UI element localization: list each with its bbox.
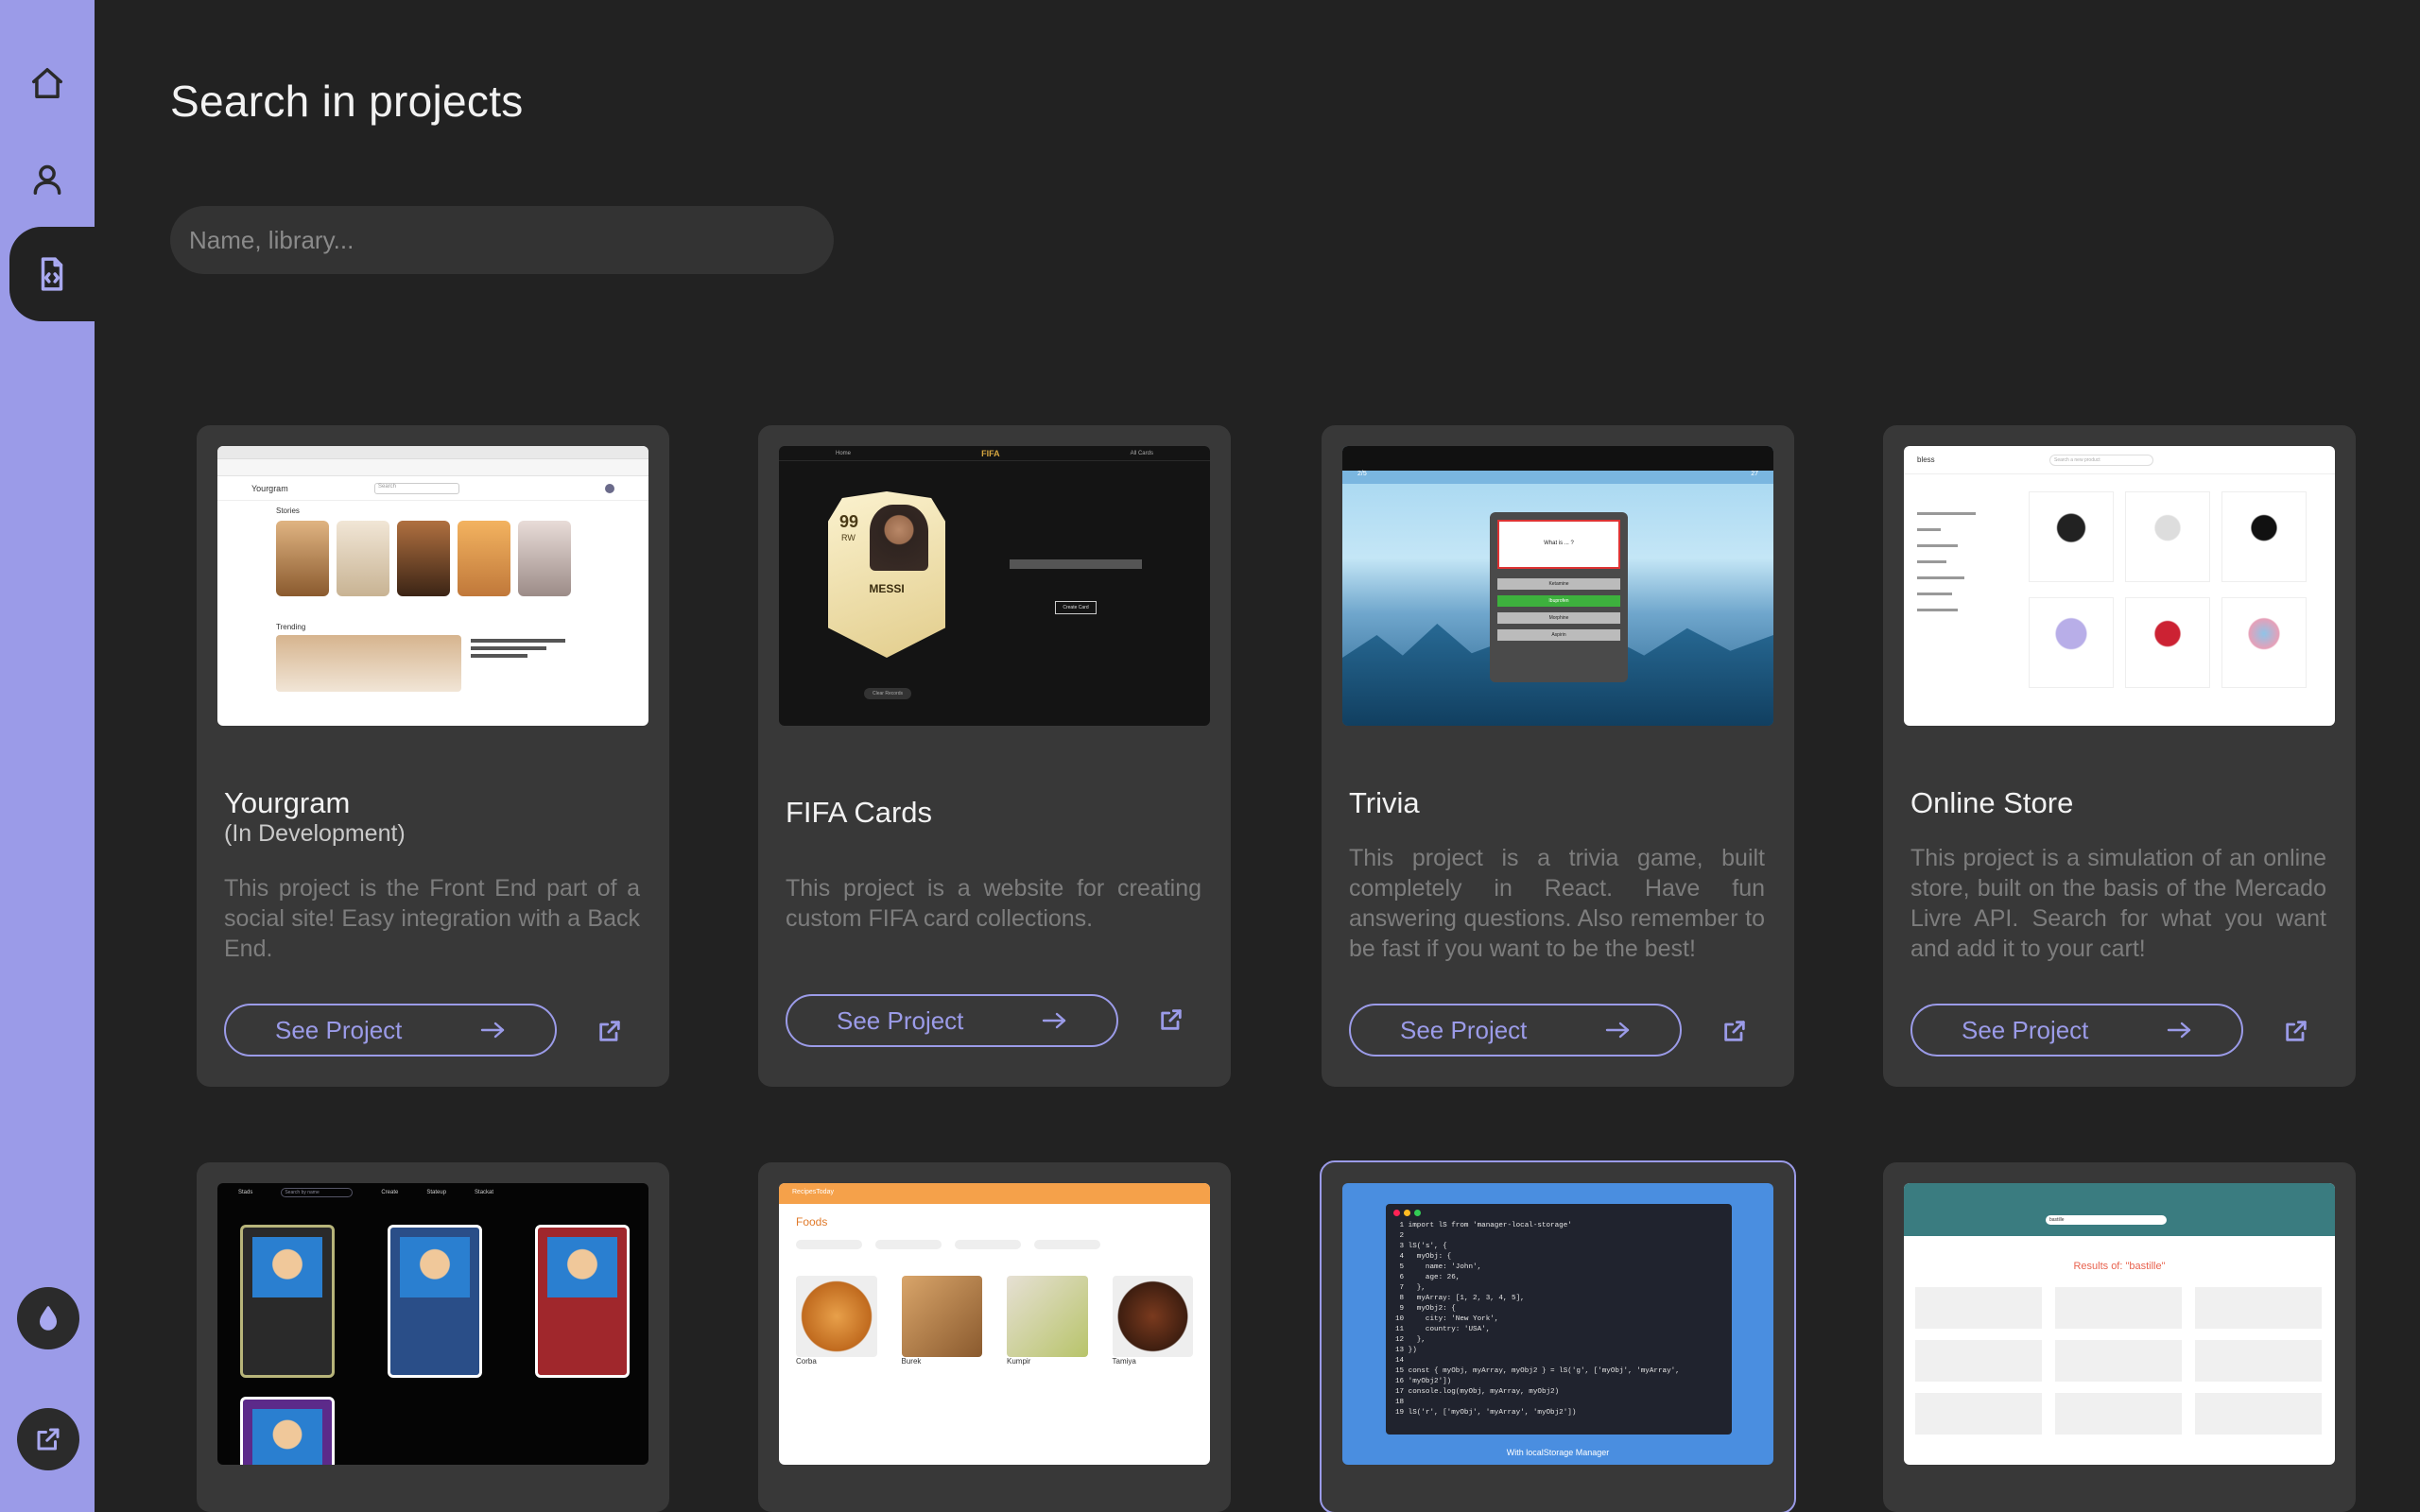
theme-toggle-button[interactable] — [17, 1287, 79, 1349]
project-thumbnail: bless Search a new product — [1904, 446, 2335, 726]
thumb-player-name: MESSI — [869, 582, 905, 595]
thumb-answer: Morphine — [1497, 612, 1620, 624]
project-thumbnail: RecipesToday Foods Corba Burek Kumpir Ta… — [779, 1183, 1210, 1465]
project-card-local-storage-manager: 1 import lS from 'manager-local-storage'… — [1320, 1160, 1796, 1512]
external-link-icon — [1161, 1009, 1182, 1030]
project-title: Trivia — [1349, 786, 1420, 819]
thumb-caption: With localStorage Manager — [1506, 1448, 1610, 1457]
thumb-nav-item: Stateup — [426, 1190, 447, 1195]
external-link-button[interactable] — [17, 1408, 79, 1470]
sidebar-item-profile[interactable] — [0, 132, 95, 227]
project-thumbnail: Yourgram Search Stories Trending — [217, 446, 648, 726]
see-project-label: See Project — [837, 1005, 964, 1035]
thumb-trending-label: Trending — [276, 623, 306, 631]
see-project-button[interactable]: See Project — [1349, 1004, 1682, 1057]
thumb-rating: 99 — [839, 512, 859, 531]
thumb-position: RW — [841, 533, 856, 542]
project-description: This project is a website for creating c… — [786, 875, 1201, 932]
thumb-nav-all: All Cards — [1130, 450, 1153, 456]
project-card-online-store: bless Search a new product Online Store … — [1883, 425, 2356, 1087]
open-external-link[interactable] — [594, 1015, 626, 1047]
arrow-right-icon — [1042, 1012, 1066, 1029]
thumb-logo: Yourgram — [251, 483, 288, 493]
project-card-trivia: 2/5 27 What is ... ? Ketamine Ibuprofen … — [1322, 425, 1794, 1087]
thumb-recipe-label: Burek — [901, 1357, 922, 1366]
project-thumbnail: 1 import lS from 'manager-local-storage'… — [1342, 1183, 1773, 1465]
thumb-clear-button: Clear Records — [864, 688, 911, 699]
thumb-search: bastille — [2046, 1215, 2167, 1225]
thumb-search: Search by name — [281, 1188, 354, 1197]
see-project-button[interactable]: See Project — [224, 1004, 557, 1057]
home-icon — [32, 68, 62, 98]
arrow-right-icon — [1605, 1022, 1630, 1039]
project-subtitle: (In Development) — [224, 820, 406, 847]
project-description: This project is a simulation of an onlin… — [1910, 845, 2326, 962]
thumb-search: Search — [374, 482, 459, 494]
thumb-stories-label: Stories — [276, 507, 300, 515]
thumb-logo: bless — [1917, 455, 1935, 464]
sidebar-item-projects[interactable] — [9, 227, 95, 321]
sidebar-item-home[interactable] — [0, 36, 95, 130]
code-file-icon — [41, 257, 63, 291]
thumb-logo: Stads — [238, 1190, 253, 1195]
external-link-icon — [37, 1428, 60, 1451]
thumb-recipe-label: Corba — [796, 1357, 817, 1366]
open-external-link[interactable] — [2280, 1015, 2312, 1047]
thumb-progress: 2/5 — [1357, 471, 1367, 477]
external-link-icon — [2286, 1021, 2307, 1041]
project-card-yourgram: Yourgram Search Stories Trending Yourgra… — [197, 425, 669, 1087]
project-title: Online Store — [1910, 786, 2074, 819]
project-description: This project is the Front End part of a … — [224, 875, 640, 962]
project-thumbnail: 2/5 27 What is ... ? Ketamine Ibuprofen … — [1342, 446, 1773, 726]
droplet-icon — [40, 1306, 57, 1331]
arrow-right-icon — [480, 1022, 505, 1039]
project-card-fifa-cards: Home FIFA All Cards 99 RW MESSI Create C… — [758, 425, 1231, 1087]
open-external-link[interactable] — [1719, 1015, 1751, 1047]
thumb-recipe-label: Kumpir — [1007, 1357, 1031, 1366]
project-title: Yourgram — [224, 786, 351, 819]
sidebar — [0, 0, 95, 1512]
thumb-logo: RecipesToday — [779, 1183, 1210, 1204]
project-description: This project is a trivia game, built com… — [1349, 845, 1765, 962]
open-external-link[interactable] — [1155, 1004, 1187, 1036]
project-thumbnail: Home FIFA All Cards 99 RW MESSI Create C… — [779, 446, 1210, 726]
project-title: FIFA Cards — [786, 796, 933, 829]
thumb-timer: 27 — [1751, 471, 1758, 477]
arrow-right-icon — [2167, 1022, 2191, 1039]
project-card-collection: Stads Search by name Create Stateup Stac… — [197, 1162, 669, 1512]
thumb-logo: FIFA — [981, 448, 1000, 458]
project-card-recipes: RecipesToday Foods Corba Burek Kumpir Ta… — [758, 1162, 1231, 1512]
see-project-label: See Project — [275, 1015, 403, 1044]
thumb-heading: Foods — [796, 1215, 828, 1228]
see-project-label: See Project — [1962, 1015, 2089, 1044]
search-input[interactable] — [170, 206, 834, 274]
thumb-results-label: Results of: "bastille" — [2073, 1261, 2166, 1272]
external-link-icon — [599, 1021, 620, 1041]
thumb-answer: Aspirin — [1497, 629, 1620, 641]
external-link-icon — [1724, 1021, 1745, 1041]
project-card-music-search: bastille Results of: "bastille" — [1883, 1162, 2356, 1512]
project-thumbnail: bastille Results of: "bastille" — [1904, 1183, 2335, 1465]
thumb-create-button: Create Card — [1055, 601, 1097, 614]
code-snippet: 1 import lS from 'manager-local-storage'… — [1395, 1222, 1680, 1417]
see-project-button[interactable]: See Project — [786, 994, 1118, 1047]
user-icon — [33, 164, 61, 195]
thumb-answer: Ketamine — [1497, 578, 1620, 590]
see-project-label: See Project — [1400, 1015, 1528, 1044]
thumb-question: What is ... ? — [1497, 520, 1620, 569]
thumb-nav-item: Stackat — [475, 1190, 494, 1195]
thumb-recipe-label: Tamiya — [1112, 1357, 1136, 1366]
thumb-answer: Ibuprofen — [1497, 595, 1620, 607]
see-project-button[interactable]: See Project — [1910, 1004, 2243, 1057]
thumb-nav-home: Home — [836, 450, 852, 456]
thumb-search: Search a new product — [2049, 454, 2153, 466]
page-title: Search in projects — [170, 77, 524, 126]
thumb-nav-item: Create — [381, 1190, 399, 1195]
project-thumbnail: Stads Search by name Create Stateup Stac… — [217, 1183, 648, 1465]
